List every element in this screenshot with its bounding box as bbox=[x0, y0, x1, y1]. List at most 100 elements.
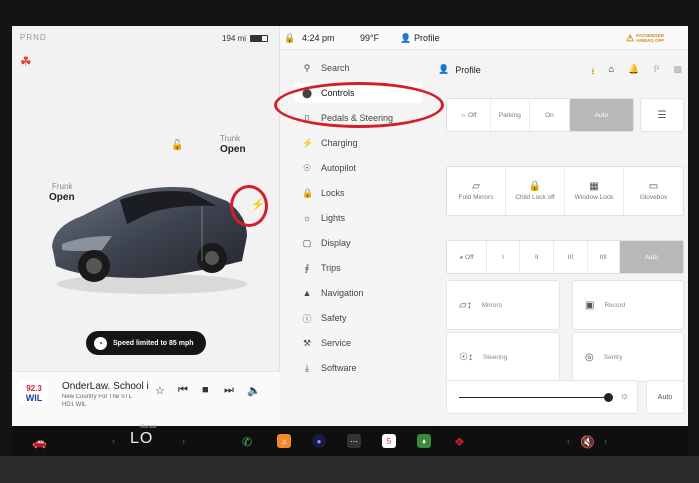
quick-control-window-lock[interactable]: ▦ Window Lock bbox=[565, 167, 624, 215]
brightness-auto-button[interactable]: Auto bbox=[646, 380, 684, 414]
menu-item-label: Safety bbox=[321, 313, 347, 323]
trips-icon: ∮ bbox=[304, 262, 310, 273]
lock-icon: 🔒 bbox=[302, 187, 314, 198]
previous-track-icon[interactable]: ⏮ bbox=[178, 384, 188, 397]
menu-item-label: Navigation bbox=[321, 288, 364, 298]
wiper-speed-1[interactable]: I bbox=[487, 241, 521, 273]
menu-item-charging[interactable]: ⚡ Charging bbox=[302, 133, 422, 153]
bolt-icon: ⚡ bbox=[302, 137, 314, 148]
headlights-on[interactable]: On bbox=[530, 99, 570, 131]
headlight-off-icon: ☼ bbox=[460, 111, 466, 119]
headlights-parking[interactable]: Parking bbox=[491, 99, 531, 131]
next-track-icon[interactable]: ⏭ bbox=[224, 384, 234, 397]
menu-item-label: Autopilot bbox=[321, 163, 357, 173]
arcade-icon[interactable]: ♦ bbox=[417, 434, 431, 448]
steering-adjust-button[interactable]: ☉↕ Steering bbox=[446, 332, 560, 382]
trunk-open-button[interactable]: Open bbox=[220, 144, 246, 155]
mirror-adjust-icon: ▱↕ bbox=[459, 299, 472, 311]
menu-item-service[interactable]: ⚒ Service bbox=[302, 333, 422, 353]
temp-down-icon[interactable]: ‹ bbox=[112, 436, 115, 446]
svg-text:92.3: 92.3 bbox=[26, 384, 42, 393]
profile-header[interactable]: 👤 Profile bbox=[438, 64, 481, 75]
mirror-icon: ▱ bbox=[472, 181, 480, 192]
quick-controls: ▱ Fold Mirrors 🔒 Child Lock off ▦ Window Lock… bbox=[446, 166, 684, 216]
speedometer-icon: ◔ bbox=[94, 336, 107, 350]
menu-item-autopilot[interactable]: ☉ Autopilot bbox=[302, 158, 422, 178]
media-volume-icon[interactable]: 🔈 bbox=[247, 384, 261, 397]
menu-item-navigation[interactable]: ▲ Navigation bbox=[302, 283, 422, 303]
quick-control-label: Window Lock bbox=[574, 194, 614, 201]
more-apps-icon[interactable]: ⋯ bbox=[347, 434, 361, 448]
headlights-off[interactable]: ☼ Off bbox=[447, 99, 491, 131]
wiper-option-label: I bbox=[502, 253, 504, 261]
bluetooth-icon[interactable]: ℙ bbox=[653, 64, 659, 80]
profile-name[interactable]: Profile bbox=[414, 33, 440, 43]
profile-icon[interactable]: 👤 bbox=[400, 33, 411, 44]
auto-high-beam-button[interactable]: ☰ bbox=[640, 98, 684, 132]
menu-item-label: Display bbox=[321, 238, 351, 248]
download-icon[interactable]: ⭳ bbox=[591, 64, 594, 80]
wiper-speed-2[interactable]: II bbox=[520, 241, 555, 273]
home-icon[interactable]: ⌂ bbox=[609, 64, 614, 80]
wiper-option-label: III bbox=[567, 253, 574, 261]
menu-item-label: Locks bbox=[321, 188, 345, 198]
mirrors-label: Mirrors bbox=[481, 301, 502, 309]
lock-status-icon[interactable]: 🔒 bbox=[284, 33, 295, 44]
window-lock-icon: ▦ bbox=[589, 181, 599, 192]
stop-icon[interactable]: ■ bbox=[202, 384, 209, 396]
status-bar: 🔒 4:24 pm 99°F 👤 Profile ⚠ PASSENGER AIR… bbox=[280, 26, 688, 50]
favorite-star-icon[interactable]: ☆ bbox=[155, 384, 165, 397]
mirrors-adjust-button[interactable]: ▱↕ Mirrors bbox=[446, 280, 560, 330]
trunk-label: Trunk bbox=[220, 134, 241, 143]
unlock-icon[interactable]: 🔓 bbox=[171, 140, 183, 151]
safety-icon: ⓘ bbox=[302, 313, 312, 324]
search-icon: ⚲ bbox=[303, 62, 311, 73]
passenger-airbag-indicator: ⚠ PASSENGER AIRBAG OFF bbox=[626, 31, 682, 45]
sentry-icon: ◎ bbox=[585, 351, 594, 363]
brightness-slider[interactable]: ☼ bbox=[446, 380, 638, 414]
phone-icon[interactable]: ✆ bbox=[242, 435, 252, 449]
wipers-control: ◕ Off I II III IIII Auto bbox=[446, 240, 684, 274]
outside-temperature: 99°F bbox=[360, 33, 380, 43]
camera-app-icon[interactable]: ● bbox=[312, 434, 326, 448]
car-icon[interactable]: 🚗 bbox=[32, 435, 47, 449]
menu-item-search[interactable]: ⚲ Search bbox=[302, 58, 422, 78]
profile-header-icons: ⭳ ⌂ 🔔 ℙ ▩ bbox=[591, 64, 682, 80]
steering-label: Steering bbox=[482, 353, 508, 361]
media-title: OnderLaw. School i bbox=[62, 381, 149, 392]
airbag-label: PASSENGER AIRBAG OFF bbox=[636, 33, 665, 43]
download-icon: ⤓ bbox=[305, 362, 309, 373]
sentry-mode-button[interactable]: ◎ Sentry bbox=[572, 332, 684, 382]
volume-down-arrow-icon[interactable]: ‹ bbox=[567, 436, 570, 446]
quick-control-fold-mirrors[interactable]: ▱ Fold Mirrors bbox=[447, 167, 506, 215]
wiper-speed-4[interactable]: IIII bbox=[588, 241, 620, 273]
toybox-icon[interactable]: ♫ bbox=[277, 434, 291, 448]
headlights-auto[interactable]: Auto bbox=[569, 99, 633, 131]
bell-icon[interactable]: 🔔 bbox=[628, 64, 639, 80]
menu-item-safety[interactable]: ⓘ Safety bbox=[302, 308, 422, 328]
quick-control-child-lock-off[interactable]: 🔒 Child Lock off bbox=[506, 167, 565, 215]
calendar-icon[interactable]: 5 bbox=[382, 434, 396, 448]
volume-up-arrow-icon[interactable]: › bbox=[604, 436, 607, 446]
menu-item-trips[interactable]: ∮ Trips bbox=[302, 258, 422, 278]
menu-item-label: Service bbox=[321, 338, 352, 348]
wiper-speed-off[interactable]: ◕ Off bbox=[447, 241, 487, 273]
slider-handle[interactable] bbox=[604, 393, 613, 402]
menu-item-locks[interactable]: 🔒 Locks bbox=[302, 183, 422, 203]
touchscreen: PRND ☘ 194 mi 🔓 Trunk Open Frunk Open ⚡ … bbox=[12, 26, 688, 426]
joystick-icon[interactable]: ❖ bbox=[454, 435, 465, 449]
temp-up-icon[interactable]: › bbox=[182, 436, 185, 446]
menu-item-lights[interactable]: ☼ Lights bbox=[302, 208, 422, 228]
volume-mute-icon[interactable]: 🔇 bbox=[580, 435, 595, 449]
dashcam-record-button[interactable]: ▣ Record bbox=[572, 280, 684, 330]
radio-station-logo: 92.3 WIL bbox=[20, 381, 48, 405]
menu-item-software[interactable]: ⤓ Software bbox=[302, 358, 422, 378]
menu-item-display[interactable]: ▢ Display bbox=[302, 233, 422, 253]
quick-control-glovebox[interactable]: ▭ Glovebox bbox=[624, 167, 683, 215]
media-channel: HD1 WIL bbox=[62, 402, 87, 408]
wiper-speed-3[interactable]: III bbox=[554, 241, 588, 273]
wiper-speed-auto[interactable]: Auto bbox=[619, 241, 684, 273]
menu-item-label: Search bbox=[321, 63, 350, 73]
cabin-temperature[interactable]: LO bbox=[130, 430, 153, 448]
display-icon: ▢ bbox=[302, 237, 312, 248]
